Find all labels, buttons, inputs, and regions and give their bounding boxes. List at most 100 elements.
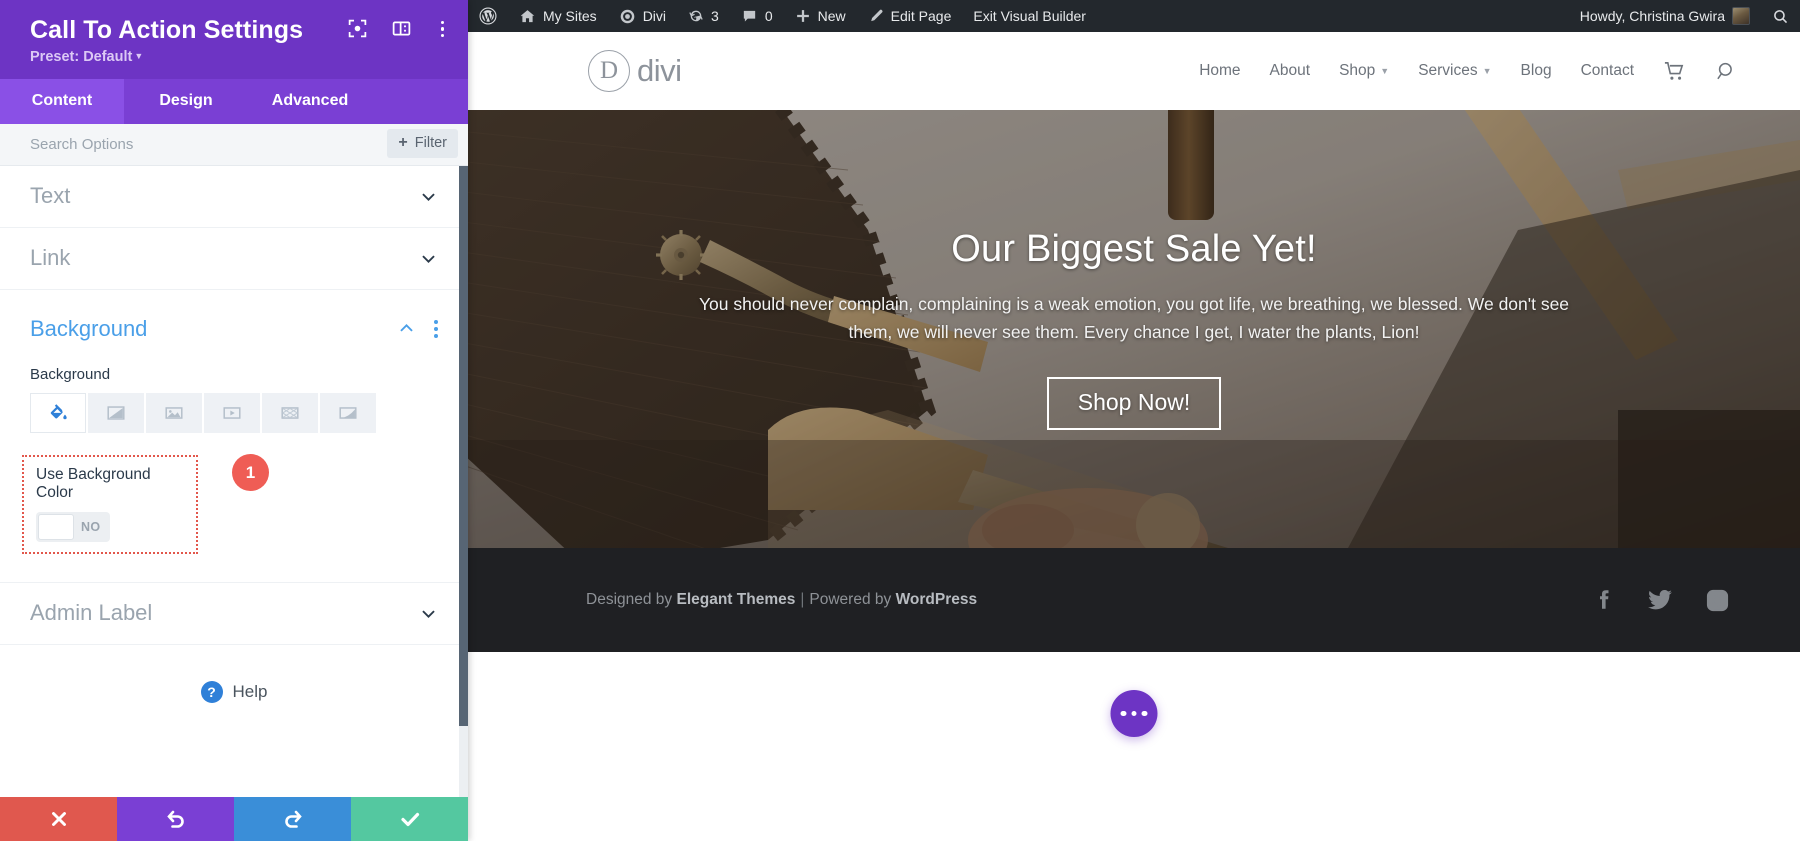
instagram-icon[interactable]: [1705, 588, 1730, 613]
focus-icon[interactable]: [347, 18, 369, 40]
nav-label: Shop: [1339, 62, 1376, 79]
kebab-menu-icon[interactable]: [434, 319, 438, 338]
admin-bar-label: Exit Visual Builder: [973, 8, 1086, 24]
admin-bar-item-new[interactable]: New: [784, 0, 857, 32]
use-background-color-field: Use Background Color NO: [22, 454, 198, 554]
chevron-down-icon: ▼: [1380, 66, 1390, 76]
site-logo[interactable]: D divi: [588, 50, 682, 92]
help-label: Help: [232, 681, 268, 701]
admin-bar-item-comments[interactable]: 0: [730, 0, 784, 32]
site-preview: My Sites Divi 3 0 New Edit Page Exit Vis…: [468, 0, 1800, 841]
section-text[interactable]: Text: [0, 166, 468, 228]
section-link[interactable]: Link: [0, 228, 468, 290]
admin-bar-item-edit-page[interactable]: Edit Page: [857, 0, 963, 32]
background-video-icon[interactable]: [204, 392, 260, 433]
admin-bar-wordpress-logo[interactable]: [468, 0, 508, 32]
fab-dot: [1120, 710, 1127, 717]
nav-item-contact[interactable]: Contact: [1581, 62, 1634, 80]
nav-item-home[interactable]: Home: [1199, 62, 1240, 80]
section-background-header[interactable]: Background: [0, 290, 468, 356]
facebook-icon[interactable]: [1591, 588, 1615, 612]
toggle-state: NO: [81, 519, 101, 534]
chevron-down-icon: [419, 187, 438, 206]
pencil-icon: [868, 8, 884, 24]
use-background-color-toggle[interactable]: NO: [36, 511, 110, 542]
footer-designed-by: Designed by: [586, 591, 673, 608]
save-button[interactable]: [351, 797, 468, 841]
admin-bar-item-exit-visual-builder[interactable]: Exit Visual Builder: [962, 0, 1097, 32]
section-title: Link: [30, 245, 71, 271]
admin-bar-label: My Sites: [543, 8, 597, 24]
section-title: Background: [30, 315, 148, 341]
cart-icon[interactable]: [1663, 60, 1686, 83]
site-footer: Designed by Elegant Themes | Powered by Wo…: [468, 548, 1800, 652]
background-mask-icon[interactable]: [320, 392, 376, 433]
nav-label: Blog: [1520, 62, 1552, 79]
twitter-icon[interactable]: [1647, 587, 1673, 613]
tab-design[interactable]: Design: [124, 79, 248, 124]
redo-button[interactable]: [234, 797, 351, 841]
footer-elegant-themes-link[interactable]: Elegant Themes: [676, 591, 795, 608]
footer-powered-by: Powered by: [809, 591, 892, 608]
site-nav: Home About Shop ▼ Services ▼ Blog Contac: [1199, 60, 1738, 83]
nav-item-about[interactable]: About: [1270, 62, 1311, 80]
nav-item-services[interactable]: Services ▼: [1418, 62, 1491, 80]
panel-scrollbar-thumb[interactable]: [459, 165, 468, 726]
admin-bar-item-updates[interactable]: 3: [677, 0, 730, 32]
admin-bar-item-my-sites[interactable]: My Sites: [508, 0, 608, 32]
wordpress-logo-icon: [479, 7, 497, 25]
background-color-icon[interactable]: [30, 392, 86, 433]
toggle-knob: [38, 513, 74, 540]
chevron-up-icon[interactable]: [397, 319, 416, 338]
kebab-dot: [434, 326, 438, 331]
admin-bar-item-divi[interactable]: Divi: [608, 0, 677, 32]
chevron-down-icon: ▼: [1482, 66, 1492, 76]
annotation-badge-1: 1: [232, 454, 269, 491]
nav-label: About: [1269, 62, 1311, 79]
preset-selector[interactable]: Preset: Default ▼: [30, 49, 446, 65]
filter-button[interactable]: + Filter: [387, 128, 458, 158]
admin-bar-left: My Sites Divi 3 0 New Edit Page Exit Vis…: [468, 0, 1097, 32]
search-options-bar: + Filter: [0, 123, 468, 166]
site-body-blank: [468, 652, 1800, 819]
screen-root: My Sites Divi 3 0 New Edit Page Exit Vis…: [0, 0, 1800, 841]
footer-wordpress-link[interactable]: WordPress: [896, 591, 978, 608]
chevron-down-icon: ▼: [134, 50, 144, 61]
layout-panel-icon[interactable]: [391, 18, 413, 40]
help-button[interactable]: ? Help: [0, 645, 468, 703]
tab-content[interactable]: Content: [0, 78, 124, 124]
section-admin-label[interactable]: Admin Label: [0, 583, 468, 645]
admin-bar-right: Howdy, Christina Gwira: [1569, 0, 1800, 32]
shop-now-button[interactable]: Shop Now!: [1046, 377, 1222, 430]
background-field-label: Background: [30, 365, 111, 383]
background-image-icon[interactable]: [146, 392, 202, 433]
background-type-tabs: [0, 392, 468, 433]
module-settings-panel: Call To Action Settings Preset: Default ▼: [0, 0, 468, 841]
nav-label: Contact: [1580, 62, 1634, 79]
preset-label: Preset: Default: [30, 48, 133, 65]
cancel-button[interactable]: [0, 797, 117, 841]
tab-advanced[interactable]: Advanced: [248, 79, 372, 124]
section-title: Text: [30, 183, 71, 209]
panel-header-actions: [347, 18, 451, 40]
background-pattern-icon[interactable]: [262, 392, 318, 433]
plus-icon: [795, 8, 811, 24]
plus-icon: +: [398, 133, 408, 151]
nav-item-blog[interactable]: Blog: [1521, 62, 1552, 80]
hero-title: Our Biggest Sale Yet!: [951, 228, 1317, 270]
divi-menu-fab[interactable]: [1110, 690, 1158, 737]
panel-scrollbar-track[interactable]: [459, 165, 468, 797]
sites-icon: [519, 8, 536, 25]
filter-label: Filter: [414, 134, 447, 151]
nav-item-shop[interactable]: Shop ▼: [1339, 62, 1389, 80]
kebab-dot: [440, 33, 444, 38]
admin-bar-search-button[interactable]: [1761, 0, 1800, 32]
background-gradient-icon[interactable]: [88, 392, 144, 433]
kebab-menu-icon[interactable]: [435, 19, 451, 40]
search-icon[interactable]: [1715, 60, 1738, 83]
undo-button[interactable]: [117, 797, 234, 841]
avatar: [1732, 7, 1750, 25]
kebab-dot: [440, 27, 444, 31]
updates-icon: [688, 8, 704, 24]
admin-bar-howdy[interactable]: Howdy, Christina Gwira: [1569, 0, 1761, 32]
